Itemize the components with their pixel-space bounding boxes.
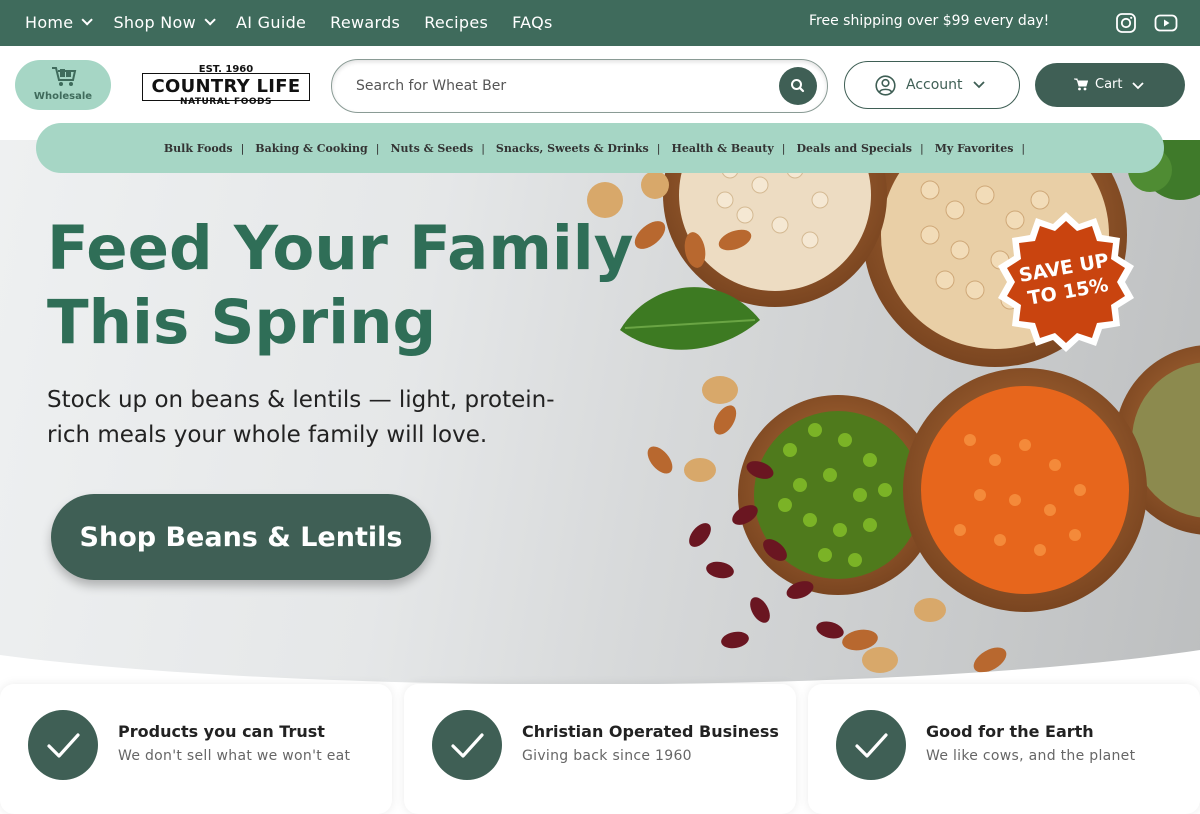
chevron-down-icon xyxy=(81,14,94,26)
category-separator: | xyxy=(656,141,661,155)
category-nuts-seeds[interactable]: Nuts & Seeds xyxy=(390,142,473,155)
nav-ai-guide[interactable]: AI Guide xyxy=(236,13,306,32)
nav-home-label: Home xyxy=(25,12,74,32)
category-bar: Bulk Foods | Baking & Cooking | Nuts & S… xyxy=(36,123,1164,173)
shop-beans-lentils-button[interactable]: Shop Beans & Lentils xyxy=(51,494,431,580)
nav-ai-guide-label: AI Guide xyxy=(236,12,307,32)
wholesale-button[interactable]: Wholesale xyxy=(15,60,111,110)
feature-card-trust: Products you can Trust We don't sell wha… xyxy=(0,684,392,814)
search-button[interactable] xyxy=(779,67,817,105)
nav-recipes[interactable]: Recipes xyxy=(424,13,488,32)
category-health-beauty[interactable]: Health & Beauty xyxy=(671,142,773,155)
nav-rewards-label: Rewards xyxy=(330,12,401,32)
feature-title: Products you can Trust xyxy=(118,722,325,741)
account-label: Account xyxy=(906,77,963,93)
account-button[interactable]: Account xyxy=(844,61,1020,109)
feature-subtitle: We like cows, and the planet xyxy=(926,748,1136,764)
category-separator: | xyxy=(375,141,380,155)
category-deals-specials[interactable]: Deals and Specials xyxy=(796,142,912,155)
category-bulk-foods[interactable]: Bulk Foods xyxy=(164,142,233,155)
wholesale-cart-icon xyxy=(52,67,77,86)
feature-check-badge xyxy=(836,710,906,780)
category-separator: | xyxy=(919,141,924,155)
top-bar: Home Shop Now AI Guide Rewards Recipes F… xyxy=(0,0,1200,46)
instagram-icon[interactable] xyxy=(1115,12,1137,34)
logo-name: COUNTRY LIFE xyxy=(151,76,301,97)
checkmark-icon xyxy=(47,733,80,758)
category-separator: | xyxy=(781,141,786,155)
chevron-down-icon xyxy=(1132,82,1144,90)
hero-headline-line-1: Feed Your Family xyxy=(47,213,634,284)
feature-card-christian: Christian Operated Business Giving back … xyxy=(404,684,796,814)
category-my-favorites[interactable]: My Favorites xyxy=(935,142,1014,155)
category-links: Bulk Foods | Baking & Cooking | Nuts & S… xyxy=(36,123,1164,173)
hero-subline: Stock up on beans & lentils — light, pro… xyxy=(47,387,555,448)
save-badge: SAVE UP TO 15% xyxy=(993,212,1139,354)
feature-title: Good for the Earth xyxy=(926,722,1094,741)
feature-title: Christian Operated Business xyxy=(522,722,779,741)
wholesale-label: Wholesale xyxy=(33,91,93,102)
feature-subtitle: Giving back since 1960 xyxy=(522,748,692,764)
chevron-down-icon xyxy=(973,81,985,89)
search-input[interactable] xyxy=(356,75,756,97)
feature-cards: Products you can Trust We don't sell wha… xyxy=(0,684,1200,814)
logo-sub: NATURAL FOODS xyxy=(180,97,272,107)
feature-check-badge xyxy=(432,710,502,780)
cart-button[interactable]: Cart xyxy=(1035,63,1185,107)
cart-icon xyxy=(1074,78,1088,91)
nav-recipes-label: Recipes xyxy=(424,12,489,32)
shipping-banner: Free shipping over $99 every day! xyxy=(809,13,1050,29)
user-icon xyxy=(875,75,896,96)
hero-headline-line-2: This Spring xyxy=(47,287,437,358)
hero-headline: Feed Your Family This Spring xyxy=(47,212,633,360)
category-baking-cooking[interactable]: Baking & Cooking xyxy=(255,142,367,155)
checkmark-icon xyxy=(855,733,888,758)
cart-label: Cart xyxy=(1095,77,1123,92)
feature-card-earth: Good for the Earth We like cows, and the… xyxy=(808,684,1200,814)
category-separator: | xyxy=(1021,141,1026,155)
nav-shop-now[interactable]: Shop Now xyxy=(113,12,216,32)
feature-subtitle: We don't sell what we won't eat xyxy=(118,748,351,764)
chevron-down-icon xyxy=(204,14,216,26)
nav-shop-now-label: Shop Now xyxy=(113,12,197,32)
category-separator: | xyxy=(240,141,245,155)
checkmark-icon xyxy=(451,733,484,758)
nav-faqs-label: FAQs xyxy=(512,12,553,32)
category-snacks-sweets-drinks[interactable]: Snacks, Sweets & Drinks xyxy=(496,142,649,155)
search-bar xyxy=(331,59,828,113)
feature-check-badge xyxy=(28,710,98,780)
nav-faqs[interactable]: FAQs xyxy=(512,13,553,32)
top-nav: Home Shop Now AI Guide Rewards Recipes F… xyxy=(25,0,577,44)
nav-home[interactable]: Home xyxy=(25,12,94,32)
nav-rewards[interactable]: Rewards xyxy=(330,13,400,32)
search-icon xyxy=(791,79,805,93)
youtube-icon[interactable] xyxy=(1154,12,1178,34)
country-life-logo[interactable]: EST. 1960 COUNTRY LIFE NATURAL FOODS xyxy=(142,64,310,108)
category-separator: | xyxy=(481,141,485,155)
